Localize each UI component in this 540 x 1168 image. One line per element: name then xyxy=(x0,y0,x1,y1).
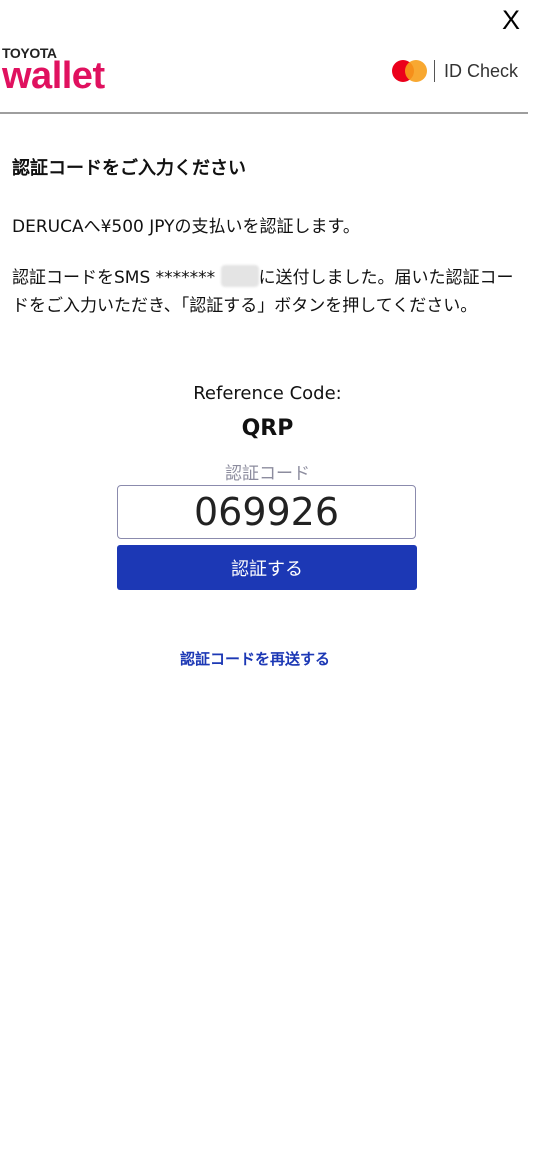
header: TOYOTA wallet ID Check xyxy=(0,36,528,114)
auth-code-input[interactable] xyxy=(117,485,416,539)
reference-code-label: Reference Code: xyxy=(193,383,342,404)
sms-description: 認証コードをSMS ******* に送付しました。届いた認証コードをご入力いた… xyxy=(12,264,524,320)
code-field-label: 認証コード xyxy=(225,464,310,484)
payment-description: DERUCAへ¥500 JPYの支払いを認証します。 xyxy=(12,217,360,237)
page-title: 認証コードをご入力ください xyxy=(12,158,246,179)
main-content: 認証コードをご入力ください DERUCAへ¥500 JPYの支払いを認証します。… xyxy=(12,150,524,320)
resend-code-link[interactable]: 認証コードを再送する xyxy=(0,648,510,669)
logo-wallet-text: wallet xyxy=(2,55,105,97)
divider xyxy=(433,60,435,82)
masked-phone-number xyxy=(220,265,259,287)
close-button[interactable]: X xyxy=(502,4,520,36)
reference-code-value: QRP xyxy=(241,416,294,441)
mastercard-icon xyxy=(391,60,428,82)
id-check-label: ID Check xyxy=(443,60,518,81)
sms-text-prefix: 認証コードをSMS ******* xyxy=(12,268,216,288)
toyota-wallet-logo: TOYOTA wallet xyxy=(2,46,105,97)
id-check-badge: ID Check xyxy=(391,60,518,82)
submit-button[interactable]: 認証する xyxy=(117,545,417,590)
